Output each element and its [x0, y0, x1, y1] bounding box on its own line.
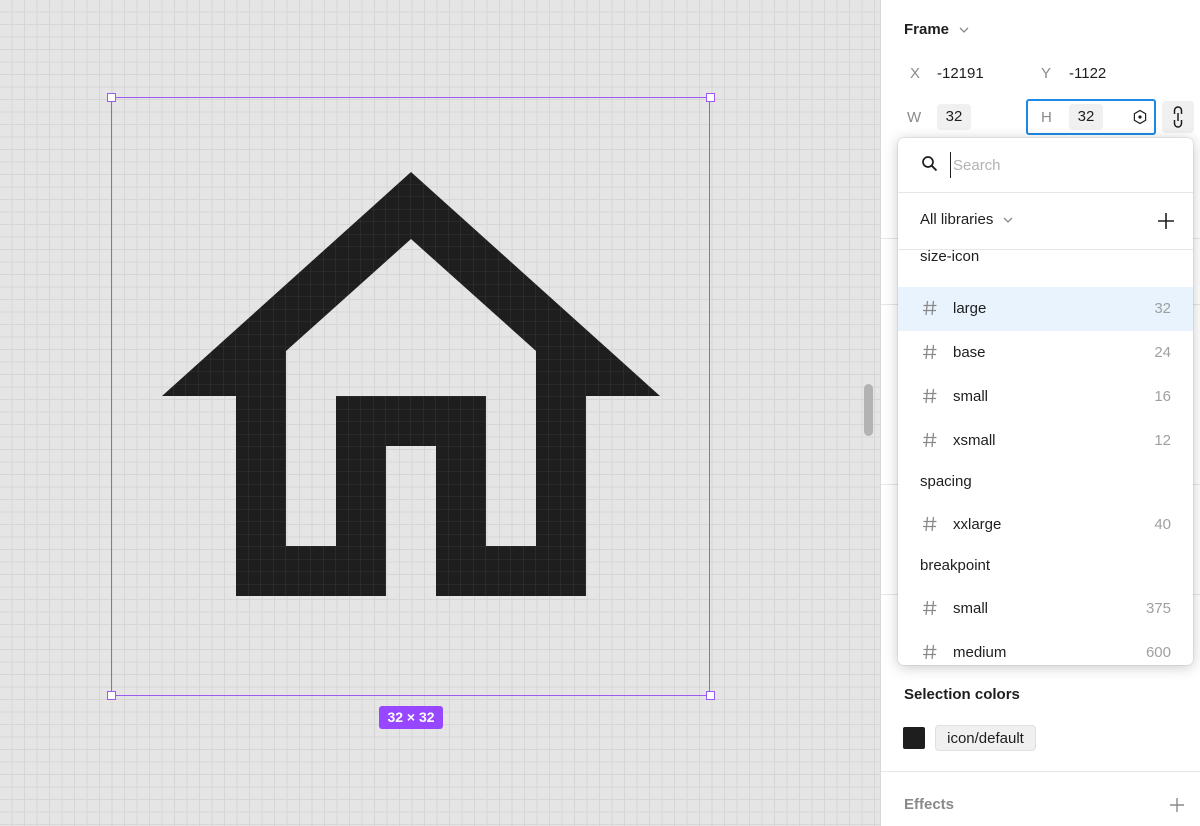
variable-name: xsmall [953, 432, 996, 449]
chevron-down-icon [959, 27, 969, 33]
number-variable-icon [922, 599, 938, 621]
x-field[interactable]: -12191 [937, 65, 984, 82]
variable-option-small[interactable]: small 16 [898, 375, 1193, 419]
variable-option-base[interactable]: base 24 [898, 331, 1193, 375]
library-row: All libraries [898, 193, 1193, 250]
w-label: W [907, 109, 922, 126]
resize-handle-bottom-left[interactable] [107, 691, 116, 700]
number-variable-icon [922, 387, 938, 409]
variable-picker-dropdown: All libraries size-icon large 32 base 24 smal… [898, 138, 1193, 665]
canvas-scrollbar[interactable] [864, 384, 873, 436]
resize-handle-top-right[interactable] [706, 93, 715, 102]
add-variable-icon[interactable] [1157, 212, 1175, 230]
variable-option-medium[interactable]: medium 600 [898, 631, 1193, 665]
variable-value: 32 [1154, 300, 1171, 317]
number-variable-icon [922, 343, 938, 365]
w-field[interactable]: 32 [937, 104, 971, 130]
add-effect-icon[interactable] [1169, 797, 1185, 813]
resize-handle-bottom-right[interactable] [706, 691, 715, 700]
y-field[interactable]: -1122 [1069, 65, 1106, 82]
variable-hexagon-icon[interactable] [1132, 109, 1148, 125]
search-row [898, 138, 1193, 193]
x-label: X [910, 65, 921, 82]
variable-value: 12 [1154, 432, 1171, 449]
library-selector[interactable]: All libraries [920, 211, 1013, 228]
variable-value: 24 [1154, 344, 1171, 361]
size-badge: 32 × 32 [379, 706, 443, 729]
resize-handle-top-left[interactable] [107, 93, 116, 102]
variable-value: 40 [1154, 516, 1171, 533]
variable-option-small[interactable]: small 375 [898, 587, 1193, 631]
variable-option-large[interactable]: large 32 [898, 287, 1193, 331]
variable-name: base [953, 344, 986, 361]
variable-group-header: spacing [920, 473, 972, 490]
variable-name: medium [953, 644, 1007, 661]
number-variable-icon [922, 299, 938, 321]
variable-value: 600 [1145, 644, 1171, 661]
search-input[interactable] [950, 152, 1163, 178]
variable-group-header: size-icon [920, 248, 980, 265]
color-swatch[interactable] [903, 727, 925, 749]
link-icon [1173, 106, 1183, 128]
variable-name: xxlarge [953, 516, 1002, 533]
design-canvas[interactable]: 32 × 32 [0, 0, 880, 826]
constrain-proportions-button[interactable] [1162, 101, 1194, 133]
variable-value: 375 [1145, 600, 1171, 617]
number-variable-icon [922, 431, 938, 453]
effects-title: Effects [904, 796, 955, 813]
selection-frame[interactable] [111, 97, 710, 696]
variable-name: small [953, 600, 989, 617]
h-field[interactable]: 32 [1069, 104, 1103, 130]
chevron-down-icon [1003, 217, 1012, 223]
variable-list: size-icon large 32 base 24 small 16 xsmall 12 spa… [898, 248, 1193, 665]
variable-value: 16 [1154, 388, 1171, 405]
y-label: Y [1041, 65, 1052, 82]
selection-colors-title: Selection colors [904, 686, 1020, 703]
frame-section-title[interactable]: Frame [904, 21, 969, 38]
panel-divider [881, 771, 1200, 772]
variable-option-xxlarge[interactable]: xxlarge 40 [898, 503, 1193, 547]
variable-option-xsmall[interactable]: xsmall 12 [898, 419, 1193, 463]
color-style-chip[interactable]: icon/default [935, 725, 1036, 751]
search-icon [922, 156, 938, 172]
h-label: H [1041, 109, 1052, 126]
number-variable-icon [922, 515, 938, 537]
variable-group-header: breakpoint [920, 557, 991, 574]
variable-name: large [953, 300, 987, 317]
number-variable-icon [922, 643, 938, 665]
variable-name: small [953, 388, 989, 405]
